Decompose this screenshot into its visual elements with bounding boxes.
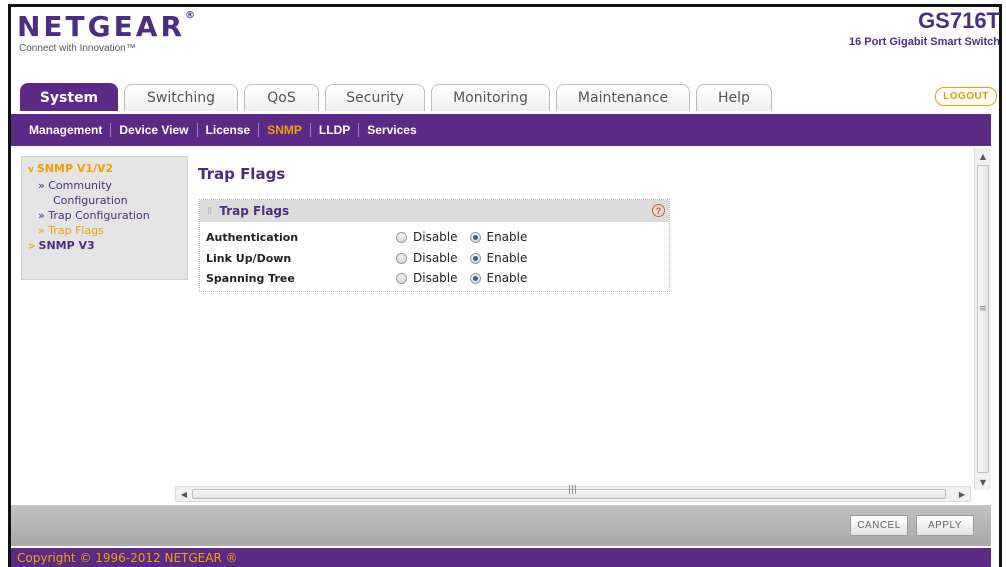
nav-item-community-configuration-cont[interactable]: Configuration	[28, 193, 181, 208]
subnav-snmp[interactable]: SNMP	[259, 123, 311, 137]
cancel-button[interactable]: CANCEL	[850, 515, 908, 536]
radio-authentication-enable[interactable]: Enable	[469, 230, 527, 244]
logout-button[interactable]: LOGOUT	[935, 87, 997, 106]
subnav-license[interactable]: License	[198, 123, 260, 137]
scroll-up-icon[interactable]: ▲	[975, 148, 991, 164]
radio-link-enable[interactable]: Enable	[469, 251, 527, 265]
tab-qos[interactable]: QoS	[244, 84, 319, 111]
tab-switching[interactable]: Switching	[124, 84, 238, 111]
radio-authentication-disable[interactable]: Disable	[396, 230, 458, 244]
row-authentication: Authentication Disable Enable	[206, 229, 666, 245]
subnav-lldp[interactable]: LLDP	[311, 123, 360, 137]
row-spanning-tree: Spanning Tree Disable Enable	[206, 270, 666, 286]
subnav-services[interactable]: Services	[359, 123, 424, 137]
left-navigation: v SNMP V1/V2 » Community Configuration » …	[21, 156, 188, 280]
scroll-left-icon[interactable]: ◀	[176, 487, 192, 501]
nav-group-snmp-v3[interactable]: > SNMP V3	[28, 238, 181, 255]
copyright-footer: Copyright © 1996-2012 NETGEAR ®	[11, 548, 991, 567]
action-bar: CANCEL APPLY	[11, 505, 991, 546]
tagline: Connect with Innovation™	[19, 43, 136, 54]
main-tabs: System Switching QoS Security Monitoring…	[20, 82, 778, 111]
radio-button[interactable]	[396, 252, 407, 264]
netgear-logo: NETGEAR®	[17, 10, 195, 43]
radio-spanning-enable[interactable]: Enable	[469, 271, 527, 285]
content-area: v SNMP V1/V2 » Community Configuration » …	[11, 148, 991, 490]
sub-navigation: Management Device View License SNMP LLDP…	[11, 114, 991, 146]
row-label: Authentication	[206, 230, 299, 244]
nav-item-community-configuration[interactable]: » Community	[28, 178, 181, 193]
tab-maintenance[interactable]: Maintenance	[556, 84, 690, 111]
tab-help[interactable]: Help	[696, 84, 772, 111]
scroll-down-icon[interactable]: ▼	[975, 474, 991, 490]
row-link-up-down: Link Up/Down Disable Enable	[206, 250, 666, 266]
radio-button[interactable]	[396, 272, 407, 284]
panel-header: ⁞⁞ Trap Flags ?	[200, 200, 669, 222]
apply-button[interactable]: APPLY	[916, 515, 974, 536]
scroll-right-icon[interactable]: ▶	[954, 487, 970, 501]
grip-icon: ⁞⁞	[207, 205, 212, 217]
nav-item-trap-flags[interactable]: » Trap Flags	[28, 223, 181, 238]
tab-security[interactable]: Security	[325, 84, 425, 111]
tab-system[interactable]: System	[20, 83, 118, 111]
radio-spanning-disable[interactable]: Disable	[396, 271, 458, 285]
help-icon[interactable]: ?	[652, 204, 665, 217]
panel-title: Trap Flags	[219, 204, 290, 218]
page-title: Trap Flags	[198, 165, 286, 183]
nav-item-trap-configuration[interactable]: » Trap Configuration	[28, 208, 181, 223]
radio-button[interactable]	[396, 231, 407, 243]
radio-button-selected[interactable]	[469, 231, 481, 243]
chevron-right-icon: >	[28, 242, 36, 252]
radio-button-selected[interactable]	[469, 272, 481, 284]
grip-icon: |||	[568, 485, 578, 495]
grip-icon: ≡	[979, 304, 987, 314]
product-description: 16 Port Gigabit Smart Switch	[849, 36, 1000, 48]
horizontal-scrollbar[interactable]: ◀ ||| ▶	[175, 485, 971, 502]
product-name: GS716T	[918, 8, 1000, 33]
row-label: Link Up/Down	[206, 251, 292, 265]
subnav-management[interactable]: Management	[21, 123, 112, 137]
row-label: Spanning Tree	[206, 271, 295, 285]
scroll-thumb[interactable]	[977, 165, 989, 473]
trap-flags-panel: ⁞⁞ Trap Flags ? Authentication Disable E…	[199, 199, 670, 292]
vertical-scrollbar[interactable]: ▲ ≡ ▼	[974, 148, 991, 490]
tab-monitoring[interactable]: Monitoring	[431, 84, 550, 111]
chevron-down-icon: v	[28, 165, 34, 175]
radio-link-disable[interactable]: Disable	[396, 251, 458, 265]
radio-button-selected[interactable]	[469, 252, 481, 264]
subnav-device-view[interactable]: Device View	[111, 123, 198, 137]
nav-group-snmp-v1-v2[interactable]: v SNMP V1/V2	[28, 161, 181, 178]
